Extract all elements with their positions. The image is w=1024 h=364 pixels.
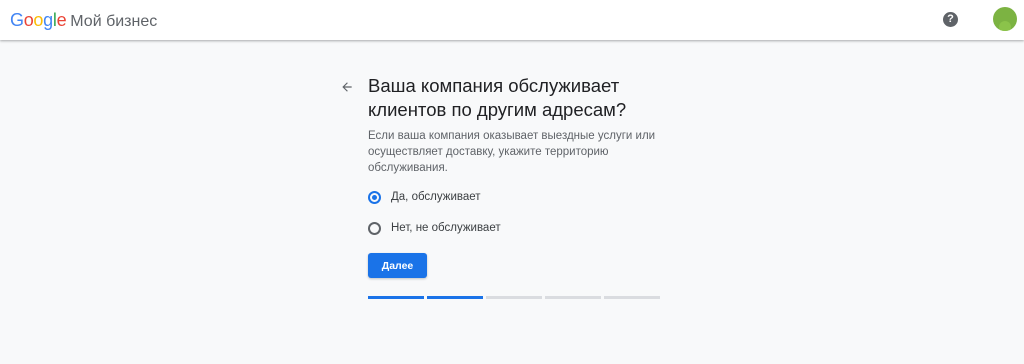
back-arrow-icon[interactable] bbox=[340, 80, 354, 94]
help-icon[interactable]: ? bbox=[943, 12, 958, 27]
logo-letter: o bbox=[33, 10, 44, 30]
product-name: Мой бизнес bbox=[70, 13, 158, 30]
option-no[interactable]: Нет, не обслуживает bbox=[368, 221, 501, 235]
google-wordmark: Google bbox=[10, 10, 67, 30]
logo-letter: g bbox=[43, 10, 53, 30]
option-yes[interactable]: Да, обслуживает bbox=[368, 190, 481, 204]
option-label: Нет, не обслуживает bbox=[391, 222, 501, 234]
option-label: Да, обслуживает bbox=[391, 191, 481, 203]
progress-segment bbox=[427, 296, 483, 299]
progress-segment bbox=[368, 296, 424, 299]
radio-unchecked-icon[interactable] bbox=[368, 221, 381, 235]
page-description: Если ваша компания оказывает выездные ус… bbox=[368, 130, 656, 174]
logo-letter: G bbox=[10, 10, 24, 30]
google-my-business-logo[interactable]: Google Мой бизнес bbox=[10, 10, 157, 32]
step-progress-bar bbox=[368, 296, 660, 299]
progress-segment bbox=[604, 296, 660, 299]
account-avatar[interactable] bbox=[993, 7, 1017, 31]
next-button[interactable]: Далее bbox=[368, 253, 427, 278]
logo-letter: o bbox=[23, 10, 34, 30]
top-app-bar: Google Мой бизнес ? bbox=[0, 0, 1024, 40]
progress-segment bbox=[486, 296, 542, 299]
radio-checked-icon[interactable] bbox=[368, 190, 381, 204]
logo-letter: e bbox=[56, 10, 67, 30]
page-title: Ваша компания обслуживает клиентов по др… bbox=[368, 75, 627, 120]
progress-segment bbox=[545, 296, 601, 299]
